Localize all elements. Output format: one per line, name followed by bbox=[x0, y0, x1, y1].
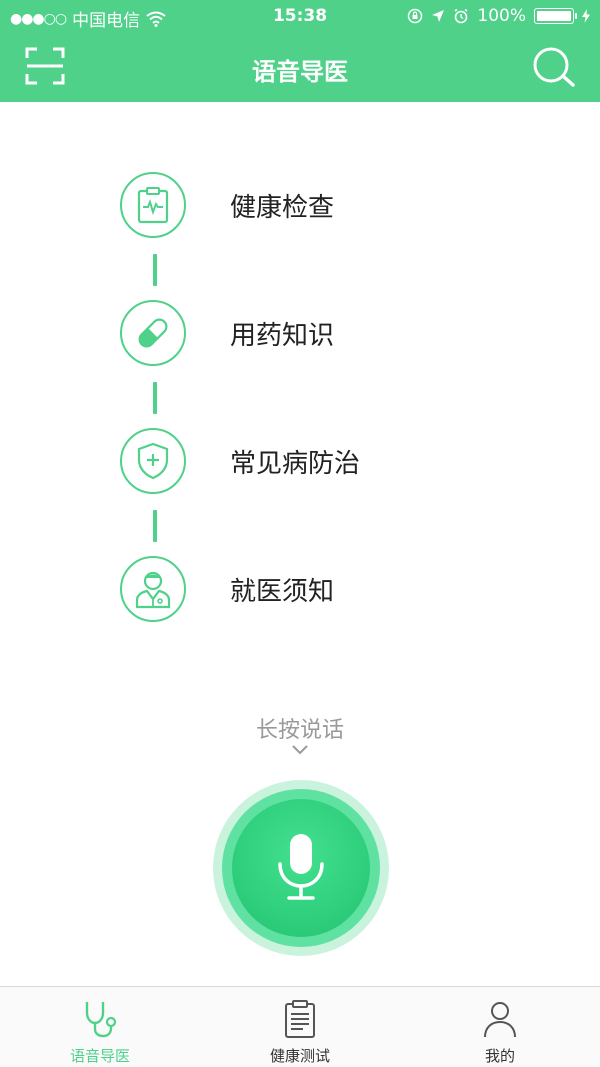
menu-label: 健康检查 bbox=[230, 192, 335, 223]
menu-label: 用药知识 bbox=[230, 320, 335, 351]
rotation-lock-icon bbox=[408, 8, 423, 24]
chevron-down-icon bbox=[292, 745, 308, 755]
tab-profile[interactable]: 我的 bbox=[400, 987, 600, 1067]
tab-label: 健康测试 bbox=[269, 1047, 330, 1065]
menu-icon-circle bbox=[120, 172, 186, 238]
status-bar: ●●●○○ 中国电信 15:38 100% bbox=[0, 0, 600, 34]
tab-bar: 语音导医 健康测试 我的 bbox=[0, 986, 600, 1067]
menu-label: 常见病防治 bbox=[230, 448, 361, 479]
menu-icon-circle bbox=[120, 428, 186, 494]
alarm-icon bbox=[454, 8, 468, 24]
menu-label: 就医须知 bbox=[230, 576, 335, 607]
search-button[interactable] bbox=[532, 46, 576, 88]
user-icon bbox=[484, 1002, 516, 1038]
tab-label: 我的 bbox=[484, 1047, 515, 1065]
menu-icon-circle bbox=[120, 300, 186, 366]
search-icon bbox=[533, 47, 575, 87]
menu-connector bbox=[153, 254, 157, 286]
tab-health-test[interactable]: 健康测试 bbox=[200, 987, 400, 1067]
menu-item-disease-prevention[interactable]: 常见病防治 bbox=[120, 426, 480, 496]
microphone-icon bbox=[278, 834, 324, 900]
shield-plus-icon bbox=[137, 442, 169, 480]
menu-icon-circle bbox=[120, 556, 186, 622]
menu-connector bbox=[153, 382, 157, 414]
menu-item-health-check[interactable]: 健康检查 bbox=[120, 170, 480, 240]
battery-percent: 100% bbox=[477, 6, 526, 26]
clipboard-pulse-icon bbox=[137, 187, 169, 224]
page-title: 语音导医 bbox=[252, 58, 348, 86]
menu-item-medication[interactable]: 用药知识 bbox=[120, 298, 480, 368]
voice-hint: 长按说话 bbox=[255, 718, 344, 743]
voice-record-button[interactable] bbox=[232, 799, 370, 937]
battery-icon bbox=[534, 8, 577, 24]
top-bar: ●●●○○ 中国电信 15:38 100% 语音导医 bbox=[0, 0, 600, 102]
charging-icon bbox=[582, 9, 590, 23]
stethoscope-icon bbox=[85, 1002, 117, 1038]
pill-icon bbox=[138, 318, 168, 348]
tab-voice-guide[interactable]: 语音导医 bbox=[0, 987, 200, 1067]
menu-item-medical-guide[interactable]: 就医须知 bbox=[120, 554, 480, 624]
doctor-icon bbox=[135, 571, 171, 609]
menu-connector bbox=[153, 510, 157, 542]
location-icon bbox=[432, 10, 445, 22]
clipboard-list-icon bbox=[285, 1000, 315, 1038]
tab-label: 语音导医 bbox=[69, 1047, 130, 1065]
